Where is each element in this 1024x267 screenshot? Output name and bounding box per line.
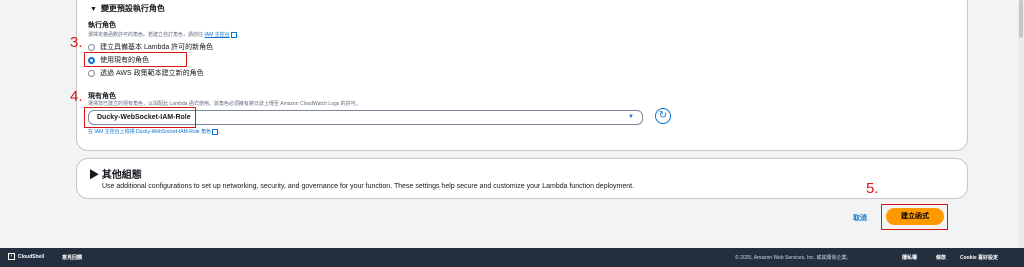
external-link-icon <box>231 31 238 38</box>
other-settings-title: 其他組態 <box>101 170 142 181</box>
cancel-button[interactable]: 取消 <box>853 213 867 223</box>
iam-console-link[interactable]: IAM 主控台 <box>204 32 229 38</box>
exec-role-desc-suffix: 。 <box>237 32 243 38</box>
view-role-link-suffix: 。 <box>218 129 224 135</box>
radio-policy-template-role[interactable]: 透過 AWS 政策範本建立新的角色 <box>88 68 204 78</box>
caret-down-icon: ▼ <box>628 114 634 120</box>
console-footer: › CloudShell 意見回饋 © 2025, Amazon Web Ser… <box>0 248 1024 267</box>
radio-label: 建立具備基本 Lambda 許可的新角色 <box>100 44 214 51</box>
create-function-button[interactable]: 建立函式 <box>886 208 944 225</box>
other-settings-description: Use additional configurations to set up … <box>102 183 635 190</box>
radio-new-basic-role[interactable]: 建立具備基本 Lambda 許可的新角色 <box>88 42 213 52</box>
radio-label: 透過 AWS 政策範本建立新的角色 <box>100 70 204 77</box>
other-settings-panel <box>76 158 968 199</box>
annotation-3: 3. <box>70 34 83 51</box>
radio-existing-role[interactable]: 使用現有的角色 <box>88 55 149 65</box>
radio-button[interactable] <box>88 43 95 51</box>
copyright-text: © 2025, Amazon Web Services, Inc. 或其關係企業… <box>735 255 852 261</box>
terms-link[interactable]: 條款 <box>936 254 946 261</box>
exec-role-label: 執行角色 <box>88 22 116 29</box>
cloudshell-label: CloudShell <box>18 253 45 260</box>
other-settings-toggle[interactable]: ▶ 其他組態 <box>89 166 142 181</box>
feedback-link[interactable]: 意見回饋 <box>62 254 82 261</box>
annotation-5: 5. <box>866 180 879 197</box>
cloudshell-button[interactable]: › CloudShell <box>8 253 44 260</box>
privacy-link[interactable]: 隱私權 <box>902 254 917 261</box>
radio-button[interactable] <box>88 69 95 77</box>
scroll-thumb[interactable] <box>1019 0 1023 38</box>
view-role-link-text[interactable]: 在 IAM 主控台上檢視 Ducky-WebSocket-IAM-Role 角色 <box>88 129 211 135</box>
radio-button-checked[interactable] <box>88 56 95 64</box>
toggle-label: 變更預設執行角色 <box>100 4 165 13</box>
external-link-icon <box>212 128 219 135</box>
radio-label: 使用現有的角色 <box>100 57 149 64</box>
view-role-in-iam-link[interactable]: 在 IAM 主控台上檢視 Ducky-WebSocket-IAM-Role 角色… <box>88 128 223 135</box>
scrollbar[interactable] <box>1018 0 1024 248</box>
cookie-preferences-link[interactable]: Cookie 喜好設定 <box>960 254 998 261</box>
annotation-box-role-select <box>84 107 196 128</box>
exec-role-description: 選擇定義函數許可的角色。若建立自訂角色，請前往 IAM 主控台 。 <box>88 31 242 38</box>
refresh-icon[interactable]: ↻ <box>655 108 671 124</box>
change-default-role-toggle[interactable]: ▼ 變更預設執行角色 <box>90 3 165 14</box>
existing-role-description: 選擇您已建立的現有角色，以與配此 Lambda 函式使用。該角色必須擁有將日誌上… <box>88 101 361 107</box>
caret-down-icon: ▼ <box>90 6 97 13</box>
annotation-4: 4. <box>70 88 83 105</box>
exec-role-desc-text: 選擇定義函數許可的角色。若建立自訂角色，請前往 <box>88 32 204 38</box>
caret-right-icon: ▶ <box>89 170 99 181</box>
cloudshell-icon: › <box>8 253 15 260</box>
